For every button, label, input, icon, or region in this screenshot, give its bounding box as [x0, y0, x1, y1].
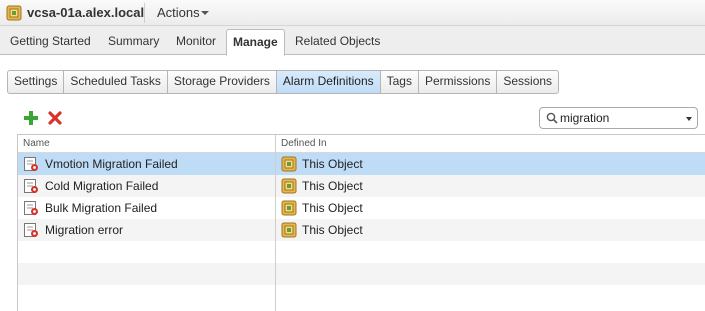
title-divider: [144, 3, 145, 23]
alarm-definition-icon: [24, 179, 38, 193]
empty-row: [18, 285, 705, 307]
alarm-name: Bulk Migration Failed: [45, 201, 158, 215]
table-row[interactable]: Migration error This Object: [18, 219, 705, 241]
subtab-settings[interactable]: Settings: [8, 71, 65, 93]
chevron-down-icon[interactable]: [686, 117, 692, 121]
object-title: vcsa-01a.alex.local: [27, 5, 145, 20]
chevron-down-icon[interactable]: [201, 11, 209, 15]
column-header-defined-in[interactable]: Defined In: [281, 138, 327, 149]
defined-in-value: This Object: [302, 223, 363, 237]
table-header: Name Defined In: [18, 135, 705, 153]
main-tab-bar: Getting Started Summary Monitor Manage R…: [0, 26, 705, 56]
tab-related-objects[interactable]: Related Objects: [295, 31, 380, 55]
subtab-storage-providers[interactable]: Storage Providers: [168, 71, 277, 93]
defined-in-value: This Object: [302, 201, 363, 215]
subtab-permissions[interactable]: Permissions: [419, 71, 498, 93]
column-divider[interactable]: [275, 135, 276, 311]
manage-subtab-bar: Settings Scheduled Tasks Storage Provide…: [7, 70, 560, 94]
alarm-name: Migration error: [45, 223, 124, 237]
subtab-alarm-definitions[interactable]: Alarm Definitions: [276, 71, 381, 93]
tab-manage[interactable]: Manage: [226, 29, 285, 56]
search-icon: [546, 112, 558, 124]
subtab-scheduled-tasks[interactable]: Scheduled Tasks: [64, 71, 168, 93]
table-row[interactable]: Bulk Migration Failed This Object: [18, 197, 705, 219]
defined-in-value: This Object: [302, 157, 363, 171]
vcenter-server-icon: [6, 5, 22, 21]
vcenter-object-icon: [281, 222, 297, 238]
actions-menu-button[interactable]: Actions: [157, 5, 200, 20]
alarm-name: Cold Migration Failed: [45, 179, 159, 193]
vcenter-object-icon: [281, 178, 297, 194]
plus-icon[interactable]: [24, 111, 38, 125]
empty-row: [18, 263, 705, 285]
title-bar: vcsa-01a.alex.local Actions: [0, 0, 705, 26]
tab-getting-started[interactable]: Getting Started: [10, 31, 91, 55]
subtab-tags[interactable]: Tags: [381, 71, 419, 93]
column-header-name[interactable]: Name: [23, 138, 50, 149]
tab-summary[interactable]: Summary: [108, 31, 159, 55]
subtab-sessions[interactable]: Sessions: [497, 71, 558, 93]
vcenter-object-icon: [281, 156, 297, 172]
vcenter-object-icon: [281, 200, 297, 216]
filter-input[interactable]: [560, 110, 678, 126]
delete-x-icon[interactable]: [48, 111, 62, 125]
tab-monitor[interactable]: Monitor: [176, 31, 216, 55]
defined-in-value: This Object: [302, 179, 363, 193]
alarm-definition-icon: [24, 157, 38, 171]
alarm-definitions-table: Name Defined In Vmotion Migration Failed…: [17, 134, 705, 311]
filter-combobox[interactable]: [539, 107, 698, 129]
empty-row: [18, 241, 705, 263]
alarm-definition-icon: [24, 201, 38, 215]
table-row[interactable]: Vmotion Migration Failed This Object: [18, 153, 705, 175]
table-row[interactable]: Cold Migration Failed This Object: [18, 175, 705, 197]
alarm-definition-icon: [24, 223, 38, 237]
alarm-name: Vmotion Migration Failed: [45, 157, 178, 171]
